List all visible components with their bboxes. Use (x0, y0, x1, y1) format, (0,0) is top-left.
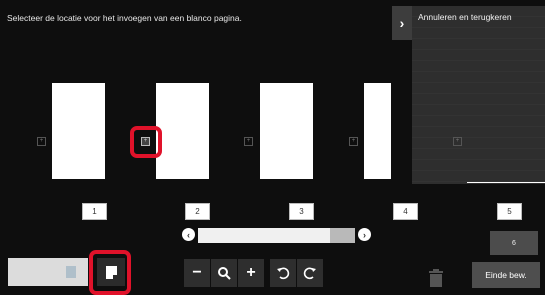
instruction-text: Selecteer de locatie voor het invoegen v… (7, 13, 242, 23)
preview-field[interactable] (8, 258, 88, 286)
minus-icon: − (192, 264, 202, 281)
scroll-thumb[interactable] (198, 228, 330, 243)
zoom-out-button[interactable]: − (184, 259, 210, 287)
zoom-in-button[interactable]: + (238, 259, 264, 287)
insert-marker-after-3[interactable]: + (349, 137, 358, 146)
rotate-left-icon (277, 267, 290, 280)
rotate-right-icon (303, 267, 316, 280)
cancel-return-label[interactable]: Annuleren en terugkeren (418, 12, 512, 22)
blank-page-highlight (89, 250, 131, 295)
trash-icon[interactable] (427, 268, 445, 288)
page-thumbnail-2[interactable] (156, 83, 209, 179)
page-number-1: 1 (82, 203, 107, 220)
insert-marker-before-1[interactable]: + (37, 137, 46, 146)
zoom-button[interactable] (211, 259, 237, 287)
page-number-2: 2 (185, 203, 210, 220)
page-count-button[interactable]: 6 (490, 231, 538, 255)
selection-highlight (130, 126, 162, 158)
page-thumbnail-4[interactable] (364, 83, 391, 179)
scroll-left-button[interactable]: ‹ (182, 228, 195, 241)
insert-marker-after-2[interactable]: + (244, 137, 253, 146)
chevron-right-icon: › (399, 15, 405, 31)
finish-editing-button[interactable]: Einde bew. (472, 262, 540, 288)
page-number-3: 3 (289, 203, 314, 220)
page-number-4: 4 (393, 203, 418, 220)
rotate-left-button[interactable] (270, 259, 296, 287)
side-panel[interactable]: Annuleren en terugkeren (412, 6, 545, 184)
document-icon (66, 266, 76, 278)
plus-icon: + (246, 264, 256, 281)
scroll-right-button[interactable]: › (358, 228, 371, 241)
page-number-5: 5 (497, 203, 522, 220)
rotate-right-button[interactable] (297, 259, 323, 287)
page-thumbnail-3[interactable] (260, 83, 313, 179)
page-thumbnail-1[interactable] (52, 83, 105, 179)
insert-marker-after-4[interactable]: + (453, 137, 462, 146)
magnifier-icon (218, 267, 231, 280)
page-thumbnail-5[interactable] (467, 182, 545, 183)
panel-toggle-button[interactable]: › (392, 6, 412, 40)
